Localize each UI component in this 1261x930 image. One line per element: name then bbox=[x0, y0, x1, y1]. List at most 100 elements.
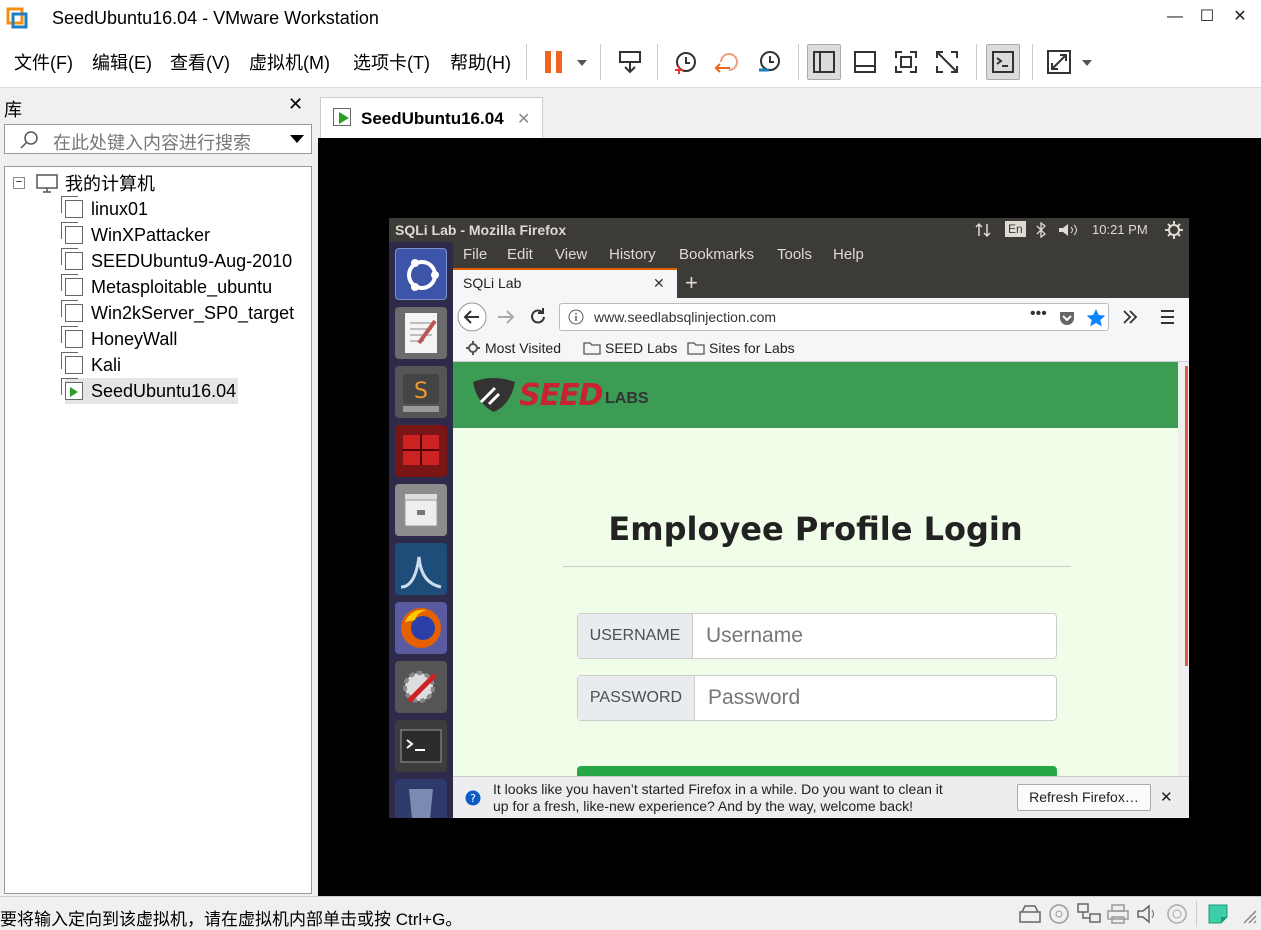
bookmark-label: Most Visited bbox=[485, 340, 561, 356]
pocket-icon[interactable] bbox=[1058, 309, 1076, 327]
vmware-logo-icon bbox=[6, 7, 28, 29]
full-screen-button[interactable] bbox=[889, 44, 923, 80]
clock[interactable]: 10:21 PM bbox=[1092, 222, 1148, 237]
bookmarks-toolbar: Most Visited SEED Labs Sites for Labs bbox=[453, 336, 1189, 362]
ff-menu-bookmarks[interactable]: Bookmarks bbox=[679, 246, 754, 263]
tree-item-linux01[interactable]: linux01 bbox=[61, 196, 148, 222]
pause-button[interactable] bbox=[536, 44, 592, 80]
dropdown-arrow-icon[interactable] bbox=[289, 133, 305, 145]
terminal-icon[interactable] bbox=[395, 720, 447, 772]
url-text: www.seedlabsqlinjection.com bbox=[594, 309, 777, 325]
new-tab-button[interactable]: + bbox=[685, 270, 698, 296]
menu-tabs[interactable]: 选项卡(T) bbox=[353, 49, 430, 75]
unity-top-panel: SQLi Lab - Mozilla Firefox En 10:21 PM bbox=[389, 218, 1189, 242]
username-field[interactable]: USERNAME Username bbox=[577, 613, 1057, 659]
menu-edit[interactable]: 编辑(E) bbox=[92, 49, 152, 75]
tree-item-seedubuntu16-selected[interactable]: SeedUbuntu16.04 bbox=[61, 378, 239, 404]
ff-menu-history[interactable]: History bbox=[609, 246, 656, 263]
hamburger-menu-icon[interactable] bbox=[1159, 309, 1177, 325]
resize-grip-icon[interactable] bbox=[1240, 907, 1258, 925]
back-icon[interactable] bbox=[457, 302, 487, 332]
snapshot-manager-button[interactable] bbox=[752, 44, 786, 80]
ubuntu-dash-icon[interactable] bbox=[395, 248, 447, 300]
bookmark-most-visited[interactable]: Most Visited bbox=[465, 340, 561, 356]
notification-close-button[interactable]: ✕ bbox=[1160, 788, 1173, 806]
ff-tab-close-button[interactable]: ✕ bbox=[653, 275, 665, 292]
minimize-button[interactable]: — bbox=[1160, 4, 1190, 30]
info-icon[interactable] bbox=[568, 309, 584, 325]
snapshot-button[interactable] bbox=[668, 44, 702, 80]
console-view-button[interactable] bbox=[986, 44, 1020, 80]
sublime-text-icon[interactable]: S bbox=[395, 366, 447, 418]
menu-vm[interactable]: 虚拟机(M) bbox=[249, 49, 330, 75]
page-scrollbar[interactable] bbox=[1178, 362, 1189, 776]
gear-icon[interactable] bbox=[1165, 221, 1183, 239]
message-log-icon[interactable] bbox=[1206, 902, 1230, 926]
close-button[interactable]: ✕ bbox=[1225, 4, 1255, 30]
network-icon[interactable] bbox=[975, 222, 991, 238]
library-close-button[interactable]: ✕ bbox=[288, 94, 303, 115]
overflow-chevron-icon[interactable] bbox=[1121, 308, 1139, 326]
send-ctrl-alt-del-button[interactable] bbox=[613, 44, 647, 80]
wireshark-icon[interactable] bbox=[395, 543, 447, 595]
cd-dvd-icon[interactable] bbox=[1048, 903, 1070, 925]
trash-icon[interactable] bbox=[395, 779, 447, 818]
stretch-guest-button[interactable] bbox=[1042, 44, 1096, 80]
bluetooth-icon[interactable] bbox=[1035, 222, 1047, 238]
ff-menu-help[interactable]: Help bbox=[833, 246, 864, 263]
menu-help[interactable]: 帮助(H) bbox=[450, 49, 511, 75]
title-bar: SeedUbuntu16.04 - VMware Workstation — ☐… bbox=[0, 0, 1261, 36]
ff-menu-view[interactable]: View bbox=[555, 246, 587, 263]
tab-seedubuntu16[interactable]: SeedUbuntu16.04 ✕ bbox=[320, 97, 543, 139]
bookmark-star-icon[interactable] bbox=[1086, 308, 1106, 328]
refresh-firefox-button[interactable]: Refresh Firefox… bbox=[1017, 784, 1151, 811]
password-field[interactable]: PASSWORD Password bbox=[577, 675, 1057, 721]
tree-item-win2kserver[interactable]: Win2kServer_SP0_target bbox=[61, 300, 294, 326]
file-manager-icon[interactable] bbox=[395, 484, 447, 536]
tab-close-button[interactable]: ✕ bbox=[517, 109, 530, 129]
thumbnail-bar-button[interactable] bbox=[848, 44, 882, 80]
system-settings-icon[interactable] bbox=[395, 661, 447, 713]
gear-icon bbox=[466, 341, 480, 355]
keyboard-layout-indicator[interactable]: En bbox=[1005, 221, 1026, 237]
bookmark-sites-for-labs[interactable]: Sites for Labs bbox=[687, 340, 795, 356]
ff-menu-tools[interactable]: Tools bbox=[777, 246, 812, 263]
sound-card-icon[interactable] bbox=[1136, 903, 1160, 925]
firefox-tab-strip: SQLi Lab ✕ + bbox=[453, 268, 1189, 298]
url-bar[interactable]: www.seedlabsqlinjection.com ••• bbox=[559, 303, 1109, 331]
tree-item-kali[interactable]: Kali bbox=[61, 352, 121, 378]
volume-icon[interactable] bbox=[1057, 222, 1079, 238]
ff-tab-sqli-lab[interactable]: SQLi Lab ✕ bbox=[453, 268, 677, 298]
revert-snapshot-button[interactable] bbox=[710, 44, 744, 80]
terminator-icon[interactable] bbox=[395, 425, 447, 477]
bookmark-seed-labs[interactable]: SEED Labs bbox=[583, 340, 677, 356]
tree-root-my-computer[interactable]: 我的计算机 bbox=[35, 170, 155, 196]
unity-mode-button[interactable] bbox=[930, 44, 964, 80]
menu-file[interactable]: 文件(F) bbox=[14, 49, 73, 75]
maximize-button[interactable]: ☐ bbox=[1192, 4, 1222, 30]
network-adapter-icon[interactable] bbox=[1076, 902, 1102, 926]
tree-item-winxpattacker[interactable]: WinXPattacker bbox=[61, 222, 210, 248]
page-actions-icon[interactable]: ••• bbox=[1030, 305, 1047, 323]
forward-icon[interactable] bbox=[495, 306, 517, 328]
vm-icon bbox=[61, 300, 83, 322]
show-library-button[interactable] bbox=[807, 44, 841, 80]
firefox-icon[interactable] bbox=[395, 602, 447, 654]
menu-view[interactable]: 查看(V) bbox=[170, 49, 230, 75]
hard-disk-icon[interactable] bbox=[1018, 904, 1042, 924]
tree-item-honeywall[interactable]: HoneyWall bbox=[61, 326, 177, 352]
text-editor-icon[interactable] bbox=[395, 307, 447, 359]
tree-item-seedubuntu9[interactable]: SEEDUbuntu9-Aug-2010 bbox=[61, 248, 292, 274]
snapshot-icon bbox=[675, 52, 696, 74]
reload-icon[interactable] bbox=[527, 306, 549, 328]
printer-icon[interactable] bbox=[1106, 903, 1130, 925]
vm-icon bbox=[61, 248, 83, 270]
usb-device-icon[interactable] bbox=[1166, 903, 1188, 925]
ff-menu-edit[interactable]: Edit bbox=[507, 246, 533, 263]
svg-text:?: ? bbox=[470, 792, 476, 805]
library-search-input[interactable]: 在此处键入内容进行搜索 bbox=[4, 124, 312, 154]
tree-item-metasploitable[interactable]: Metasploitable_ubuntu bbox=[61, 274, 272, 300]
ff-menu-file[interactable]: File bbox=[463, 246, 487, 263]
guest-screen[interactable]: SQLi Lab - Mozilla Firefox En 10:21 PM S… bbox=[389, 218, 1189, 818]
collapse-toggle[interactable]: − bbox=[13, 177, 25, 189]
